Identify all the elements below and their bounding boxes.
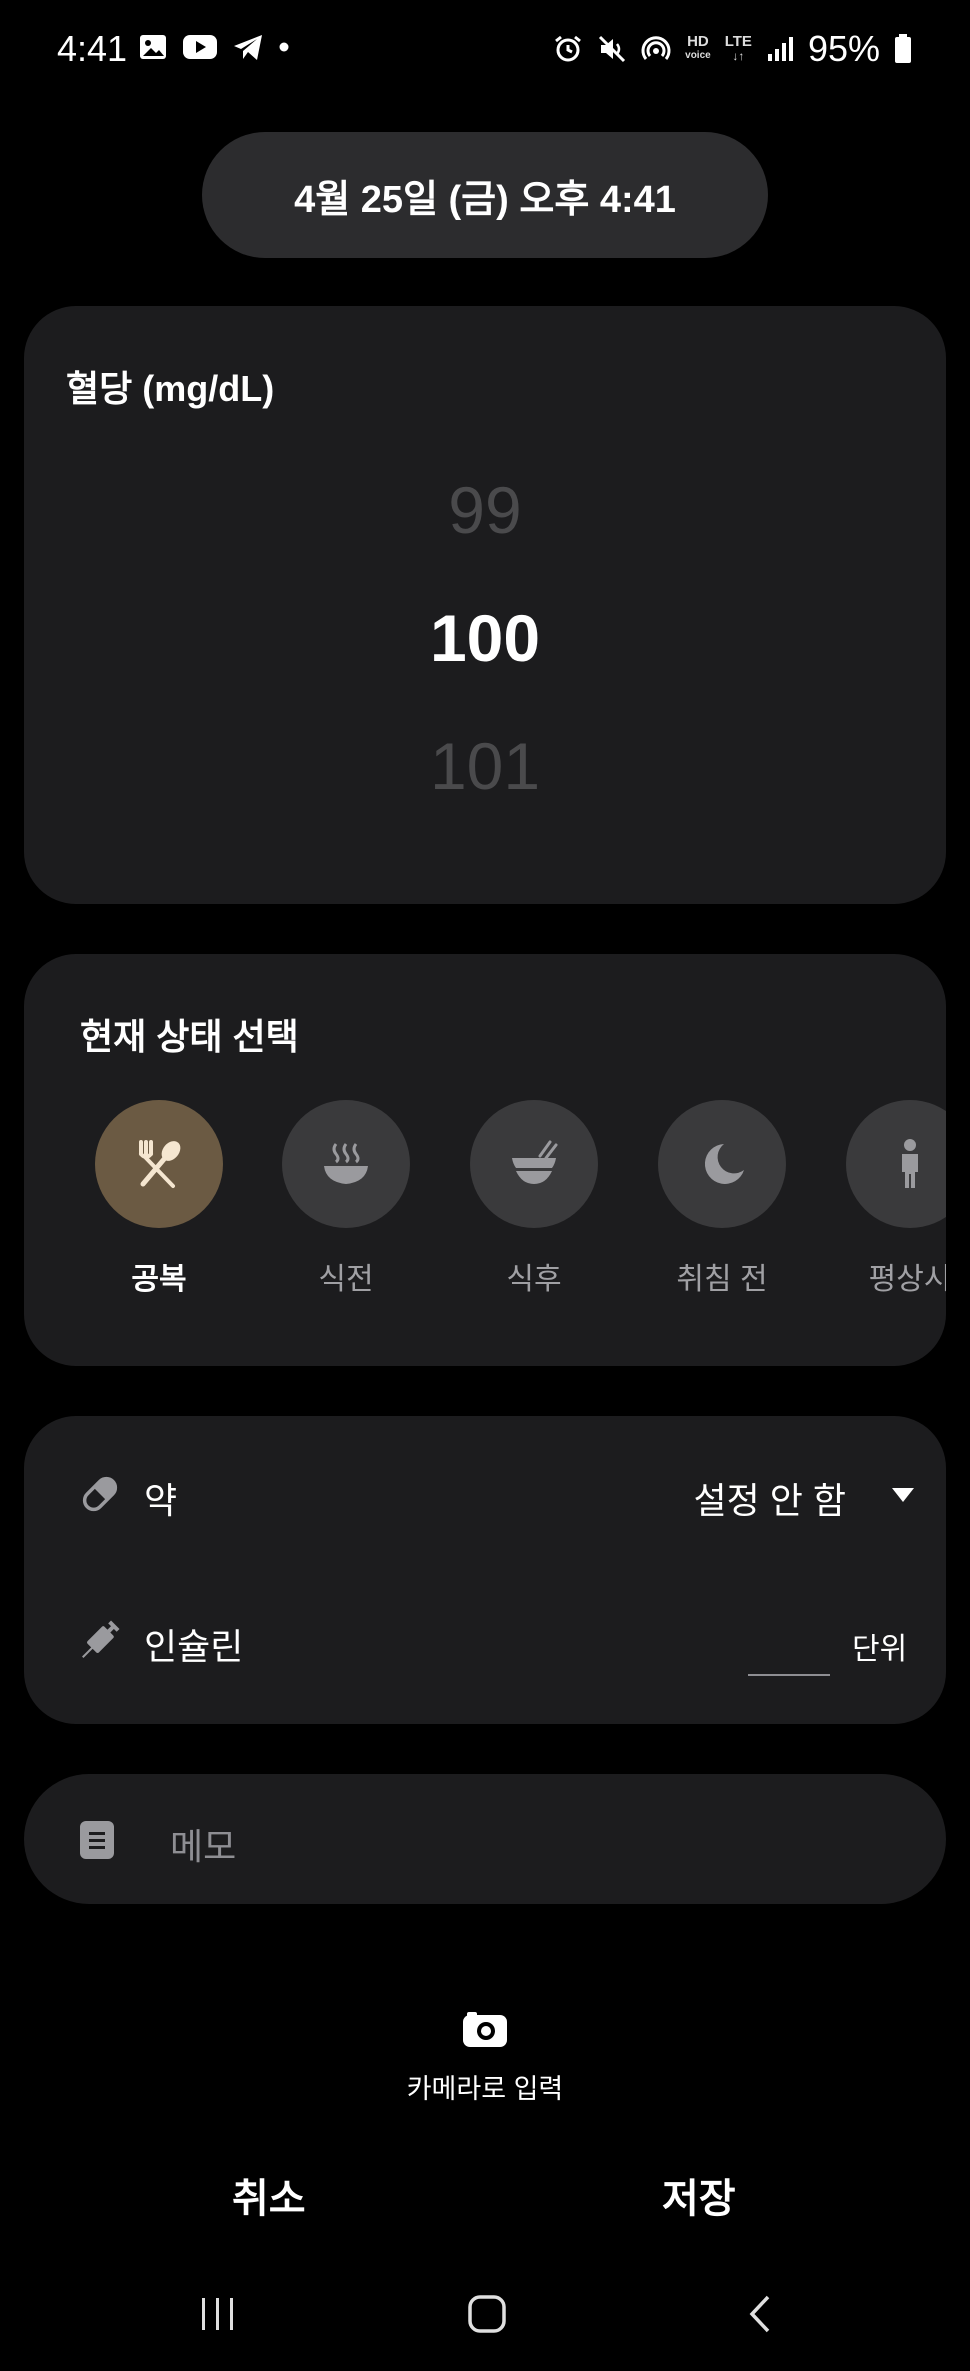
data-arrows-icon: ↓↑ (732, 49, 745, 63)
camera-icon (463, 2012, 507, 2047)
gallery-icon (140, 35, 166, 59)
state-label: 식전 (318, 1263, 374, 1296)
insulin-unit: 단위 (852, 1633, 908, 1666)
camera-input-label: 카메라로 입력 (406, 2074, 564, 2104)
moon-icon (704, 1144, 744, 1184)
state-item-before-bed[interactable]: 취침 전 (657, 1100, 787, 1298)
system-icons: HD voice LTE ↓↑ 95% (553, 28, 912, 70)
datetime-label: 4월 25일 (금) 오후 4:41 (294, 178, 676, 221)
insulin-input[interactable] (748, 1612, 830, 1676)
medication-label: 약 (144, 1480, 178, 1521)
hotspot-icon (641, 36, 671, 60)
bowl-chopsticks-icon (512, 1140, 558, 1184)
voice-label: voice (685, 50, 711, 61)
blood-glucose-title: 혈당 (mg/dL) (66, 368, 275, 409)
state-circle[interactable] (95, 1100, 223, 1228)
state-item-after-meal[interactable]: 식후 (469, 1100, 599, 1298)
camera-input-button[interactable]: 카메라로 입력 (385, 2012, 585, 2104)
insulin-label: 인슐린 (144, 1626, 244, 1667)
youtube-icon (183, 35, 217, 59)
insulin-row: 인슐린 단위 (74, 1612, 926, 1688)
memo-icon (80, 1821, 114, 1859)
medication-row[interactable]: 약 설정 안 함 (74, 1466, 926, 1526)
recent-apps-icon[interactable] (198, 2294, 238, 2334)
glucose-picker-next[interactable]: 101 (0, 728, 970, 804)
status-bar: 4:41 HD voice LTE ↓↑ 95% (0, 0, 970, 100)
state-select-title: 현재 상태 선택 (80, 1016, 299, 1057)
datetime-button[interactable]: 4월 25일 (금) 오후 4:41 (202, 132, 768, 258)
pill-icon (82, 1476, 118, 1512)
dropdown-arrow-icon[interactable] (890, 1486, 916, 1504)
alarm-icon (555, 35, 582, 62)
more-notifications-icon (279, 42, 289, 52)
battery-percent: 95% (807, 28, 880, 69)
lte-indicator: LTE ↓↑ (724, 33, 752, 63)
cancel-button[interactable]: 취소 (232, 2166, 306, 2224)
signal-icon (767, 37, 793, 61)
save-button[interactable]: 저장 (662, 2166, 736, 2224)
person-icon (902, 1139, 918, 1188)
lte-label: LTE (724, 33, 752, 50)
state-circle[interactable] (282, 1100, 410, 1228)
state-item-fasting[interactable]: 공복 (94, 1100, 224, 1298)
glucose-picker-prev[interactable]: 99 (0, 472, 970, 548)
state-label: 공복 (131, 1263, 187, 1296)
state-item-before-meal[interactable]: 식전 (281, 1100, 411, 1298)
medication-value[interactable]: 설정 안 함 (694, 1472, 846, 1524)
navigation-bar (0, 2270, 970, 2370)
battery-icon (895, 34, 911, 63)
glucose-picker-current[interactable]: 100 (0, 600, 970, 676)
mute-icon (599, 35, 626, 63)
scroll-edge-mask (946, 954, 970, 1366)
back-icon[interactable] (746, 2294, 776, 2334)
status-time: 4:41 (57, 28, 128, 69)
hd-label: HD (687, 33, 709, 50)
fork-spoon-icon (139, 1140, 181, 1188)
hot-bowl-icon (324, 1143, 368, 1184)
home-icon[interactable] (467, 2294, 507, 2334)
telegram-icon (234, 35, 262, 60)
memo-field[interactable]: 메모 (24, 1774, 946, 1904)
state-circle[interactable] (658, 1100, 786, 1228)
state-label: 취침 전 (676, 1263, 768, 1296)
memo-placeholder: 메모 (170, 1826, 237, 1867)
syringe-icon (82, 1620, 120, 1658)
notification-icons (138, 32, 290, 62)
hd-voice-indicator: HD voice (685, 33, 711, 63)
state-circle[interactable] (470, 1100, 598, 1228)
state-label: 식후 (506, 1263, 562, 1296)
